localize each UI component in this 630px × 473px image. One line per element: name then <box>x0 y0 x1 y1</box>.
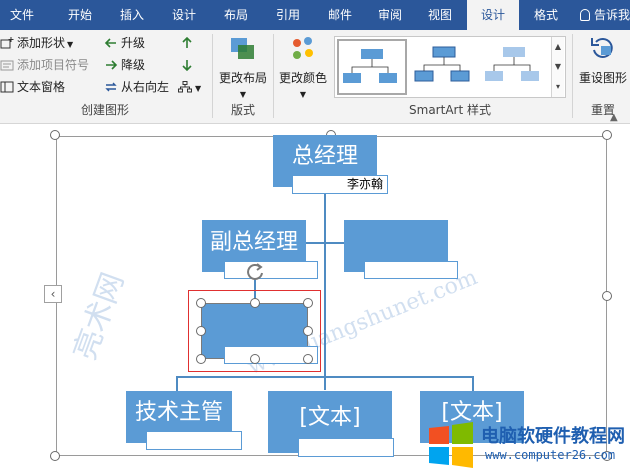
tell-me-box[interactable]: 告诉我 <box>580 0 630 30</box>
org-chart-icon <box>178 81 192 93</box>
dropdown-arrow-icon: ▼ <box>195 84 202 93</box>
org-node-top-subtext[interactable]: 李亦翰 <box>292 175 388 194</box>
group-separator <box>572 34 573 118</box>
swap-direction-icon <box>105 82 117 92</box>
style-thumbnail-2[interactable] <box>411 39 481 95</box>
layout-org-button[interactable]: ▼ <box>178 78 201 96</box>
frame-resize-handle[interactable] <box>602 130 612 140</box>
group-separator <box>212 34 213 118</box>
arrow-up-icon <box>182 37 192 48</box>
group-label-styles: SmartArt 样式 <box>409 103 491 117</box>
tab-smartart-design[interactable]: 设计 <box>467 0 519 30</box>
change-colors-button[interactable]: 更改颜色 ▼ <box>276 34 330 100</box>
dropdown-arrow-icon: ▼ <box>239 90 247 99</box>
tab-review[interactable]: 审阅 <box>366 0 414 30</box>
gallery-more[interactable]: ▾ <box>551 77 564 97</box>
frame-resize-handle[interactable] <box>50 451 60 461</box>
dropdown-arrow-icon: ▼ <box>67 40 74 49</box>
windows-logo-icon <box>429 422 473 468</box>
text-pane-toggle[interactable]: ‹ <box>44 285 62 303</box>
shape-resize-handle[interactable] <box>250 354 260 364</box>
add-bullet-icon <box>0 60 14 71</box>
shape-resize-handle[interactable] <box>196 326 206 336</box>
text-pane-button[interactable]: 文本窗格 <box>0 78 65 96</box>
color-palette-icon <box>293 37 313 59</box>
promote-button[interactable]: 升级 <box>104 34 145 52</box>
tab-design-doc[interactable]: 设计 <box>160 0 208 30</box>
connector-line <box>472 376 474 392</box>
tab-layout[interactable]: 布局 <box>212 0 260 30</box>
org-node-assistant-subtext[interactable] <box>364 261 458 279</box>
connector-line <box>176 376 178 392</box>
shape-resize-handle[interactable] <box>303 326 313 336</box>
style-thumbnail-3[interactable] <box>481 39 551 95</box>
shape-resize-handle[interactable] <box>196 354 206 364</box>
tab-view[interactable]: 视图 <box>416 0 464 30</box>
tab-references[interactable]: 引用 <box>264 0 312 30</box>
move-up-button[interactable] <box>180 34 197 52</box>
group-label-create-graphic: 创建图形 <box>80 103 129 117</box>
change-layout-button[interactable]: 更改布局 ▼ <box>216 34 270 100</box>
group-label-layouts: 版式 <box>230 103 255 117</box>
right-to-left-button[interactable]: 从右向左 <box>104 78 169 96</box>
arrow-left-icon <box>104 38 116 48</box>
gallery-scroll-up[interactable]: ▲ <box>551 37 564 57</box>
shape-resize-handle[interactable] <box>196 298 206 308</box>
reset-graphic-icon <box>591 37 613 58</box>
frame-resize-handle[interactable] <box>602 291 612 301</box>
group-separator <box>273 34 274 118</box>
arrow-right-icon <box>106 60 118 70</box>
frame-resize-handle[interactable] <box>50 130 60 140</box>
move-down-button[interactable] <box>180 56 197 74</box>
shape-resize-handle[interactable] <box>303 354 313 364</box>
reset-graphic-button[interactable]: 重设图形 <box>576 34 630 86</box>
add-shape-button[interactable]: 添加形状 ▼ <box>0 34 73 52</box>
org-node-child-1-subtext[interactable] <box>146 431 242 450</box>
org-node-child-2-subtext[interactable] <box>298 438 394 457</box>
demote-button[interactable]: 降级 <box>104 56 145 74</box>
logo-name: 电脑软硬件教程网 <box>481 426 625 447</box>
tab-format[interactable]: 格式 <box>522 0 570 30</box>
ribbon: 添加形状 ▼ 添加项目符号 文本窗格 升级 降级 从右向左 ▼ 创建图形 更改布局… <box>0 30 630 124</box>
logo-url: www.computer26.com <box>485 448 616 462</box>
add-bullet-button[interactable]: 添加项目符号 <box>0 56 89 74</box>
lightbulb-icon <box>580 9 590 21</box>
tab-mailings[interactable]: 邮件 <box>316 0 364 30</box>
text-pane-icon <box>0 81 14 93</box>
site-logo: 电脑软硬件教程网 www.computer26.com <box>425 418 630 473</box>
shape-resize-handle[interactable] <box>303 298 313 308</box>
ribbon-tab-bar: 文件 开始 插入 设计 布局 引用 邮件 审阅 视图 设计 格式 告诉我 <box>0 0 630 30</box>
ribbon-collapse-icon[interactable]: ▲ <box>610 112 618 123</box>
add-shape-icon <box>0 37 14 49</box>
group-label-reset: 重置 <box>590 103 615 117</box>
tab-insert[interactable]: 插入 <box>108 0 156 30</box>
dropdown-arrow-icon: ▼ <box>299 90 307 99</box>
shape-resize-handle[interactable] <box>250 298 260 308</box>
style-thumbnail-1[interactable] <box>337 39 407 95</box>
smartart-style-gallery[interactable]: ▲ ▼ ▾ <box>334 36 566 98</box>
change-layout-icon <box>231 38 254 59</box>
connector-line <box>304 242 346 244</box>
tab-home[interactable]: 开始 <box>56 0 104 30</box>
gallery-scroll-down[interactable]: ▼ <box>551 57 564 77</box>
rotate-handle-icon[interactable] <box>244 261 266 283</box>
connector-line <box>324 186 326 376</box>
arrow-down-icon <box>182 60 192 71</box>
tab-file[interactable]: 文件 <box>0 0 44 30</box>
connector-line <box>324 376 326 390</box>
org-node-deputy-subtext[interactable] <box>224 261 318 279</box>
